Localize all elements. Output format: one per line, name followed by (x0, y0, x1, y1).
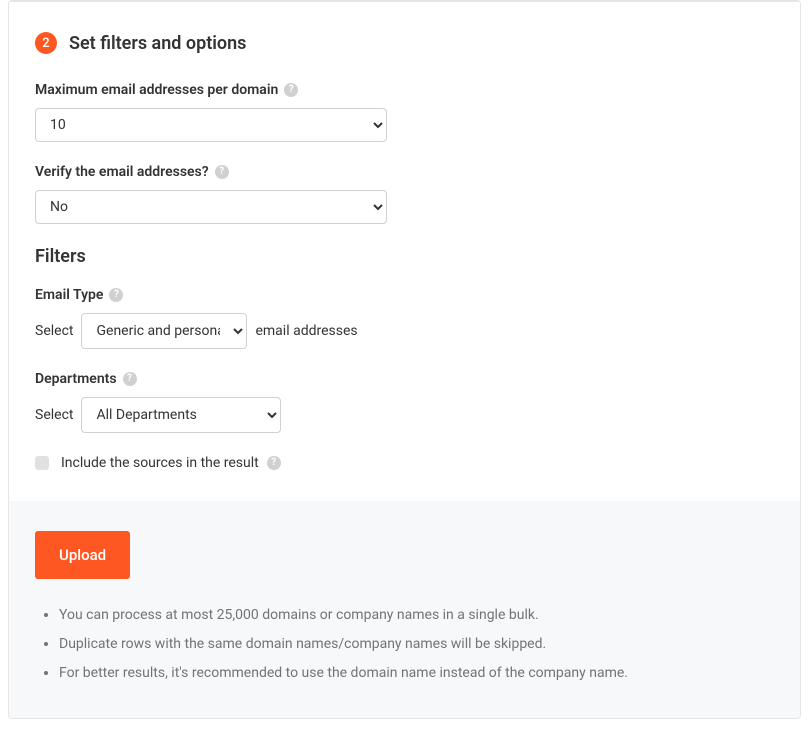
departments-label: Departments (35, 371, 117, 387)
email-type-select[interactable]: Generic and personal (81, 313, 247, 349)
options-card: 2 Set filters and options Maximum email … (8, 0, 801, 719)
section-header: 2 Set filters and options (35, 32, 774, 54)
email-type-prefix: Select (35, 323, 73, 339)
footer-section: Upload You can process at most 25,000 do… (9, 501, 800, 718)
max-emails-select[interactable]: 10 (35, 108, 387, 142)
max-emails-group: Maximum email addresses per domain ? 10 (35, 82, 774, 142)
section-title: Set filters and options (69, 33, 246, 54)
include-sources-label: Include the sources in the result (61, 455, 259, 471)
departments-group: Departments ? Select All Departments (35, 371, 774, 433)
email-type-row: Select Generic and personal email addres… (35, 313, 774, 349)
departments-prefix: Select (35, 407, 73, 423)
upload-button[interactable]: Upload (35, 531, 130, 579)
include-sources-label-wrap: Include the sources in the result ? (61, 455, 281, 471)
step-number-badge: 2 (35, 32, 57, 54)
max-emails-label-row: Maximum email addresses per domain ? (35, 82, 774, 98)
help-icon[interactable]: ? (215, 165, 229, 179)
note-item: You can process at most 25,000 domains o… (59, 605, 774, 626)
departments-row: Select All Departments (35, 397, 774, 433)
filters-heading: Filters (35, 246, 774, 267)
verify-group: Verify the email addresses? ? No (35, 164, 774, 224)
help-icon[interactable]: ? (123, 372, 137, 386)
note-item: For better results, it's recommended to … (59, 663, 774, 684)
note-item: Duplicate rows with the same domain name… (59, 634, 774, 655)
departments-label-row: Departments ? (35, 371, 774, 387)
email-type-group: Email Type ? Select Generic and personal… (35, 287, 774, 349)
email-type-label: Email Type (35, 287, 103, 303)
email-type-suffix: email addresses (255, 323, 357, 339)
notes-list: You can process at most 25,000 domains o… (35, 605, 774, 684)
options-section: 2 Set filters and options Maximum email … (9, 1, 800, 501)
departments-select[interactable]: All Departments (81, 397, 281, 433)
help-icon[interactable]: ? (267, 456, 281, 470)
verify-label-row: Verify the email addresses? ? (35, 164, 774, 180)
help-icon[interactable]: ? (109, 288, 123, 302)
max-emails-label: Maximum email addresses per domain (35, 82, 278, 98)
email-type-label-row: Email Type ? (35, 287, 774, 303)
verify-label: Verify the email addresses? (35, 164, 209, 180)
include-sources-checkbox[interactable] (35, 456, 49, 470)
step-number: 2 (42, 37, 49, 50)
verify-select[interactable]: No (35, 190, 387, 224)
include-sources-row: Include the sources in the result ? (35, 455, 774, 471)
help-icon[interactable]: ? (284, 83, 298, 97)
